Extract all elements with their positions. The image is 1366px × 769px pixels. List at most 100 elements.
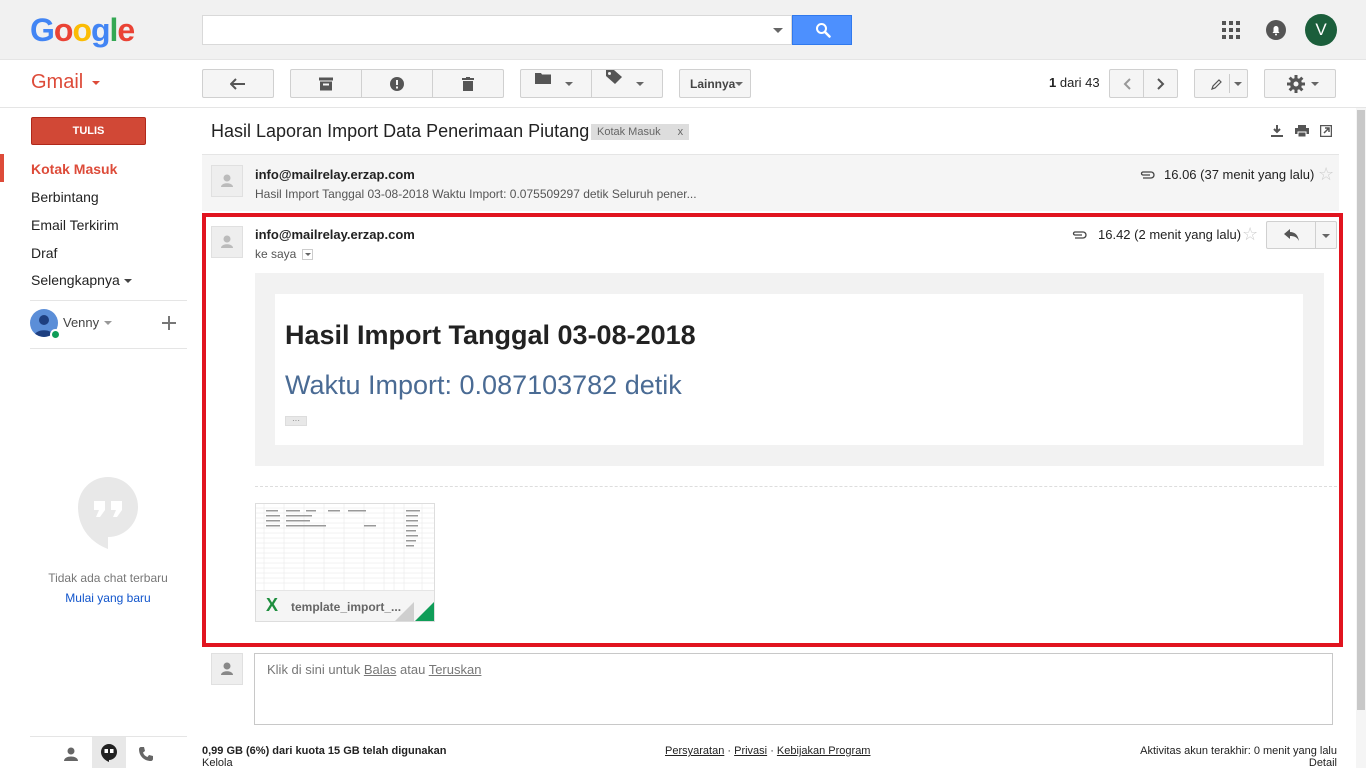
sidebar-item-drafts[interactable]: Draf: [31, 245, 57, 261]
file-corner-icon: [414, 602, 434, 621]
start-chat-link[interactable]: Mulai yang baru: [0, 591, 216, 605]
search-options-icon[interactable]: [773, 28, 783, 33]
divider: [30, 348, 187, 349]
message-snippet: Hasil Import Tanggal 03-08-2018 Waktu Im…: [255, 187, 697, 201]
star-icon[interactable]: ☆: [1318, 164, 1334, 185]
thread-subject: Hasil Laporan Import Data Penerimaan Piu…: [211, 121, 590, 141]
notifications-bell-icon[interactable]: [1266, 20, 1286, 40]
report-spam-button[interactable]: [361, 69, 433, 98]
reply-arrow-icon: [1284, 229, 1299, 241]
compose-button[interactable]: TULIS: [31, 117, 146, 145]
archive-icon: [319, 77, 333, 90]
contacts-tab[interactable]: [60, 740, 82, 766]
storage-quota: 0,99 GB (6%) dari kuota 15 GB telah digu…: [202, 745, 447, 757]
trash-icon: [462, 76, 474, 91]
more-options-button[interactable]: [1315, 221, 1337, 249]
input-tools-button[interactable]: [1194, 69, 1248, 98]
privacy-link[interactable]: Privasi: [734, 745, 767, 757]
chevron-down-icon: [1322, 234, 1330, 238]
sidebar-item-label: Selengkapnya: [31, 272, 120, 288]
google-logo[interactable]: Google: [30, 12, 135, 49]
sender-email: info@mailrelay.erzap.com: [255, 227, 415, 242]
attachment-footer: X template_import_...: [256, 590, 434, 621]
exclamation-icon: [390, 76, 404, 91]
chevron-down-icon: [1234, 82, 1242, 86]
excel-icon: X: [266, 595, 279, 615]
sidebar-item-inbox[interactable]: Kotak Masuk: [31, 161, 117, 177]
hangouts-quote-icon: [101, 744, 117, 762]
scrollbar-track[interactable]: [1356, 108, 1366, 768]
reply-button[interactable]: [1266, 221, 1316, 249]
newer-button[interactable]: [1109, 69, 1144, 98]
compose-label: TULIS: [72, 125, 105, 137]
divider: [255, 486, 1337, 487]
program-policy-link[interactable]: Kebijakan Program: [777, 745, 871, 757]
pencil-icon: [1211, 78, 1222, 90]
spreadsheet-preview: [256, 504, 434, 590]
search-box: [202, 15, 792, 45]
expand-all-icon[interactable]: [1271, 125, 1283, 137]
my-avatar: [211, 653, 243, 685]
paperclip-icon: [1140, 171, 1155, 179]
label-text: Kotak Masuk: [597, 126, 661, 138]
labels-button[interactable]: [591, 69, 663, 98]
logo-letter: g: [90, 12, 111, 48]
top-bar: Google V: [0, 0, 1366, 60]
account-avatar[interactable]: V: [1305, 14, 1337, 46]
sidebar-item-sent[interactable]: Email Terkirim: [31, 217, 119, 233]
terms-link[interactable]: Persyaratan: [665, 745, 724, 757]
search-button[interactable]: [792, 15, 852, 45]
arrow-left-icon: [230, 77, 245, 90]
body-heading: Hasil Import Tanggal 03-08-2018: [285, 320, 696, 350]
search-input[interactable]: [203, 16, 763, 44]
phone-tab[interactable]: [135, 740, 157, 766]
logo-letter: o: [53, 12, 74, 48]
recipient-text: ke saya: [255, 247, 297, 261]
hangouts-tab[interactable]: [92, 737, 126, 768]
gmail-label: Gmail: [31, 71, 84, 93]
apps-grid-icon[interactable]: [1222, 21, 1240, 39]
recipient-line[interactable]: ke saya: [255, 247, 313, 261]
separator: ·: [770, 745, 774, 757]
chevron-down-icon: [1311, 82, 1319, 86]
chat-empty-text: Tidak ada chat terbaru: [48, 571, 168, 585]
back-button[interactable]: [202, 69, 274, 98]
move-to-button[interactable]: [520, 69, 592, 98]
inbox-label-chip[interactable]: Kotak Masuk x: [591, 124, 690, 140]
reply-link[interactable]: Balas: [364, 662, 397, 677]
sidebar-item-starred[interactable]: Berbintang: [31, 189, 99, 205]
page-total: dari 43: [1059, 75, 1100, 90]
body-subheading: Waktu Import: 0.087103782 detik: [285, 370, 682, 400]
attachment-filename: template_import_...: [291, 600, 402, 614]
attachment-card[interactable]: X template_import_...: [255, 503, 435, 622]
new-chat-plus-icon[interactable]: [162, 316, 176, 330]
show-trimmed-content-button[interactable]: ···: [285, 416, 307, 426]
more-button[interactable]: Lainnya: [679, 69, 751, 98]
sender-avatar: [211, 165, 243, 197]
older-button[interactable]: [1143, 69, 1178, 98]
phone-icon: [139, 747, 153, 761]
chevron-left-icon: [1123, 77, 1131, 90]
new-window-icon[interactable]: [1320, 125, 1332, 137]
star-icon[interactable]: ☆: [1242, 224, 1258, 245]
forward-link[interactable]: Teruskan: [429, 662, 482, 677]
reply-box[interactable]: Klik di sini untuk Balas atau Teruskan: [254, 653, 1333, 725]
manage-storage-link[interactable]: Kelola: [202, 757, 233, 769]
gmail-menu[interactable]: Gmail: [31, 71, 100, 94]
archive-button[interactable]: [290, 69, 362, 98]
remove-label-button[interactable]: x: [678, 126, 684, 138]
scrollbar-thumb[interactable]: [1357, 110, 1365, 710]
person-icon: [64, 747, 78, 761]
message-time: 16.06 (37 menit yang lalu): [1164, 167, 1315, 182]
delete-button[interactable]: [432, 69, 504, 98]
chevron-right-icon: [1156, 77, 1164, 90]
show-details-icon[interactable]: [301, 249, 313, 261]
message-collapsed[interactable]: info@mailrelay.erzap.com Hasil Import Ta…: [202, 155, 1339, 211]
logo-letter: e: [117, 12, 135, 48]
hangouts-user[interactable]: Venny: [30, 309, 150, 340]
chevron-down-icon: [104, 321, 112, 325]
activity-details-link[interactable]: Detail: [1309, 757, 1337, 769]
settings-button[interactable]: [1264, 69, 1336, 98]
sidebar-item-more[interactable]: Selengkapnya: [31, 272, 132, 288]
print-icon[interactable]: [1295, 125, 1309, 137]
